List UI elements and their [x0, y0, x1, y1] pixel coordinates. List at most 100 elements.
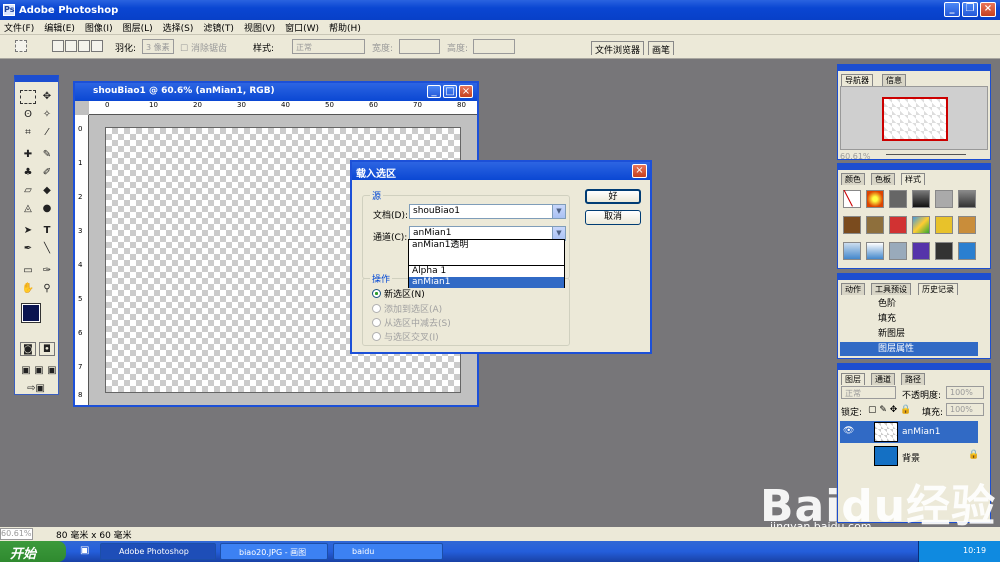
radio-intersect-selection[interactable]: 与选区交叉(I)	[372, 330, 439, 343]
start-button[interactable]: 开始	[0, 541, 66, 562]
foreground-color-swatch[interactable]	[21, 303, 41, 323]
history-item[interactable]: 填充	[840, 312, 978, 326]
task-paint[interactable]: biao20.JPG - 画图	[220, 543, 328, 560]
history-item[interactable]: 色阶	[840, 297, 978, 311]
radio-new-selection[interactable]: 新选区(N)	[372, 287, 425, 300]
type-tool-icon[interactable]: T	[39, 224, 55, 238]
blend-mode-select[interactable]: 正常	[841, 386, 896, 399]
navigator-view-box[interactable]	[882, 97, 948, 141]
history-item[interactable]: 新图层	[840, 327, 978, 341]
style-select[interactable]: 正常	[292, 39, 365, 54]
doc-minimize-button[interactable]: _	[427, 85, 441, 98]
menu-image[interactable]: 图像(I)	[85, 21, 113, 34]
doc-maximize-button[interactable]: □	[443, 85, 457, 98]
tab-file-browser[interactable]: 文件浏览器	[591, 41, 645, 56]
style-swatch-none[interactable]: ╲	[843, 190, 861, 208]
blur-tool-icon[interactable]: ◬	[20, 202, 36, 216]
tab-color[interactable]: 颜色	[841, 173, 865, 185]
radio-subtract-selection[interactable]: 从选区中减去(S)	[372, 316, 451, 329]
dialog-close-button[interactable]: ×	[632, 164, 647, 178]
brush-tool-icon[interactable]: ✎	[39, 148, 55, 162]
healing-tool-icon[interactable]: ✚	[20, 148, 36, 162]
style-swatch[interactable]	[889, 190, 907, 208]
width-input[interactable]	[399, 39, 440, 54]
style-swatch[interactable]	[958, 242, 976, 260]
zoom-tool-icon[interactable]: ⚲	[39, 282, 55, 296]
menu-layer[interactable]: 图层(L)	[123, 21, 153, 34]
tab-history[interactable]: 历史记录	[918, 283, 958, 295]
bucket-tool-icon[interactable]: ◆	[39, 184, 55, 198]
tab-info[interactable]: 信息	[882, 74, 906, 86]
style-swatch[interactable]	[912, 242, 930, 260]
style-swatch[interactable]	[935, 242, 953, 260]
menu-filter[interactable]: 滤镜(T)	[203, 21, 234, 34]
tab-channels[interactable]: 通道	[871, 373, 895, 385]
style-swatch[interactable]	[958, 190, 976, 208]
notes-tool-icon[interactable]: ▭	[20, 264, 36, 278]
document-select[interactable]: shouBiao1 ▼	[409, 204, 566, 219]
style-swatch[interactable]	[843, 242, 861, 260]
menu-help[interactable]: 帮助(H)	[329, 21, 361, 34]
style-swatch[interactable]	[889, 216, 907, 234]
restore-button[interactable]: ❐	[962, 2, 978, 17]
history-brush-icon[interactable]: ✐	[39, 166, 55, 180]
eye-icon[interactable]: 👁	[843, 426, 854, 436]
style-swatch[interactable]	[843, 216, 861, 234]
radio-add-to-selection[interactable]: 添加到选区(A)	[372, 302, 442, 315]
layer-row[interactable]: 背景 🔒	[840, 445, 979, 467]
show-desktop-icon[interactable]: ▣	[80, 545, 89, 556]
dodge-tool-icon[interactable]: ●	[39, 202, 55, 216]
tab-actions[interactable]: 动作	[841, 283, 865, 295]
menu-select[interactable]: 选择(S)	[163, 21, 194, 34]
dropdown-option[interactable]: anMian1透明	[409, 240, 564, 251]
stamp-tool-icon[interactable]: ♣	[20, 166, 36, 180]
tab-brushes[interactable]: 画笔	[648, 41, 675, 56]
style-swatch[interactable]	[935, 190, 953, 208]
menu-view[interactable]: 视图(V)	[244, 21, 275, 34]
slice-tool-icon[interactable]: ⁄	[39, 126, 55, 140]
standard-mode-icon[interactable]: ◙	[20, 342, 36, 356]
clock[interactable]: 10:19	[963, 546, 986, 555]
style-swatch[interactable]	[912, 190, 930, 208]
intersect-selection-icon[interactable]	[91, 40, 103, 52]
quick-mask-icon[interactable]: ◘	[39, 342, 55, 356]
navigator-preview[interactable]	[840, 86, 988, 150]
tab-layers[interactable]: 图层	[841, 373, 865, 385]
style-swatch[interactable]	[866, 242, 884, 260]
new-selection-icon[interactable]	[52, 40, 64, 52]
eyedropper-icon[interactable]: ✑	[39, 264, 55, 278]
magic-wand-icon[interactable]: ✧	[39, 108, 55, 122]
style-swatch[interactable]	[912, 216, 930, 234]
hand-tool-icon[interactable]: ✋	[20, 282, 36, 296]
cancel-button[interactable]: 取消	[585, 210, 641, 225]
crop-tool-icon[interactable]: ⌗	[20, 126, 36, 140]
marquee-tool-icon[interactable]	[20, 90, 36, 104]
lasso-tool-icon[interactable]: ʘ	[20, 108, 36, 122]
lock-icons[interactable]: ▢ ✎ ✥ 🔒	[868, 405, 911, 415]
status-zoom[interactable]: 60.61%	[0, 528, 33, 540]
task-baidu-folder[interactable]: baidu	[333, 543, 443, 560]
minimize-button[interactable]: _	[944, 2, 960, 17]
fill-input[interactable]: 100%	[946, 403, 984, 416]
feather-input[interactable]: 3 像素	[142, 39, 174, 54]
tab-styles[interactable]: 样式	[901, 173, 925, 185]
add-selection-icon[interactable]	[65, 40, 77, 52]
navigator-zoom[interactable]: 60.61%	[840, 152, 871, 161]
dropdown-option-selected[interactable]: anMian1	[409, 277, 564, 288]
dropdown-option[interactable]: Alpha 1	[409, 266, 564, 277]
style-swatch[interactable]	[935, 216, 953, 234]
marquee-tool-icon[interactable]	[15, 40, 27, 52]
style-swatch[interactable]	[958, 216, 976, 234]
style-swatch[interactable]	[866, 190, 884, 208]
task-photoshop[interactable]: Adobe Photoshop	[100, 543, 216, 560]
jump-to-imageready-icon[interactable]: ⇨▣	[21, 382, 51, 396]
path-select-icon[interactable]: ➤	[20, 224, 36, 238]
menu-edit[interactable]: 编辑(E)	[44, 21, 75, 34]
doc-close-button[interactable]: ×	[459, 85, 473, 98]
tab-tool-presets[interactable]: 工具预设	[871, 283, 911, 295]
height-input[interactable]	[473, 39, 515, 54]
layer-row-selected[interactable]: 👁 anMian1	[840, 421, 978, 443]
navigator-zoom-slider[interactable]	[886, 151, 966, 155]
tab-paths[interactable]: 路径	[901, 373, 925, 385]
screen-mode-3-icon[interactable]: ▣	[44, 364, 60, 378]
